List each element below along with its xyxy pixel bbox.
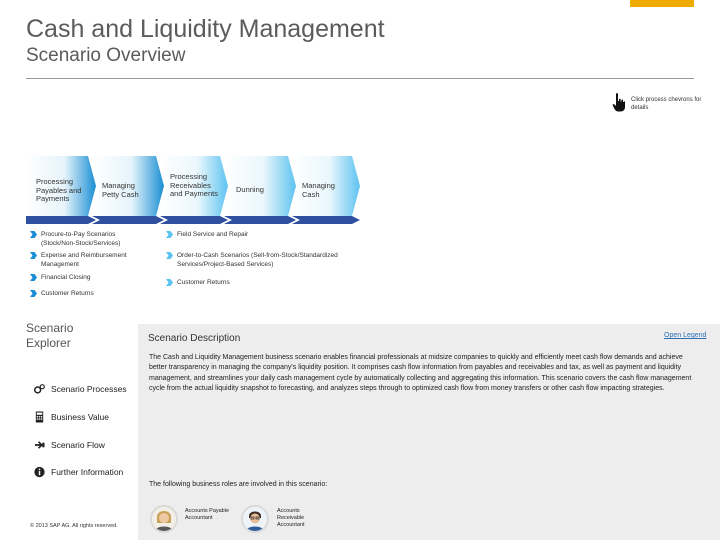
chevron-bullet-icon — [30, 290, 37, 297]
person-avatar-icon — [152, 507, 176, 531]
nav-label: Scenario Processes — [51, 384, 127, 394]
gears-icon — [34, 384, 45, 394]
chevron-label: Managing Petty Cash — [102, 181, 139, 199]
chevron-bullet-icon — [30, 252, 37, 259]
info-icon — [34, 466, 45, 478]
chevron-bullet-icon — [30, 274, 37, 281]
calculator-icon — [35, 411, 44, 423]
role-label: Accounts Receivable Accountant — [277, 508, 305, 528]
nav-label: Scenario Flow — [51, 440, 105, 450]
chevron-label: Dunning — [236, 185, 264, 194]
nav-label: Business Value — [51, 412, 109, 422]
copyright-text: © 2013 SAP AG. All rights reserved. — [30, 523, 118, 529]
open-legend-link[interactable]: Open Legend — [664, 332, 706, 339]
process-item[interactable]: Procure-to-Pay Scenarios (Stock/Non-Stoc… — [30, 230, 151, 248]
process-item[interactable]: Customer Returns — [166, 278, 357, 287]
chevron-bullet-icon — [30, 231, 37, 238]
process-item-label: Procure-to-Pay Scenarios (Stock/Non-Stoc… — [41, 231, 121, 247]
role-label: Accounts Payable Accountant — [185, 508, 230, 521]
process-item[interactable]: Field Service and Repair — [166, 230, 357, 239]
chevron-stripe — [26, 216, 360, 224]
page-subtitle: Scenario Overview — [26, 45, 186, 66]
person-avatar-icon — [243, 507, 267, 531]
process-item[interactable]: Order-to-Cash Scenarios (Sell-from-Stock… — [166, 251, 357, 269]
avatar[interactable] — [241, 505, 269, 533]
process-item-label: Order-to-Cash Scenarios (Sell-from-Stock… — [177, 252, 338, 268]
chevron-bullet-icon — [166, 279, 173, 286]
process-item[interactable]: Customer Returns — [30, 289, 151, 298]
chevron-label: Processing Payables and Payments — [36, 177, 82, 203]
process-chevron-bar: Processing Payables and Payments Managin… — [26, 156, 360, 226]
process-item-label: Customer Returns — [177, 279, 230, 286]
process-item-label: Financial Closing — [41, 274, 91, 281]
explorer-title: Scenario Explorer — [26, 321, 74, 350]
process-item-label: Customer Returns — [41, 290, 94, 297]
accent-bar — [630, 0, 694, 7]
title-divider — [26, 78, 694, 79]
page-title: Cash and Liquidity Management — [26, 15, 385, 43]
flow-icon — [34, 441, 45, 449]
chevron-bullet-icon — [166, 252, 173, 259]
process-item[interactable]: Expense and Reimbursement Management — [30, 251, 151, 269]
chevron-label: Processing Receivables and Payments — [170, 172, 218, 198]
description-text: The Cash and Liquidity Management busine… — [149, 354, 692, 393]
roles-intro: The following business roles are involve… — [149, 481, 328, 488]
nav-scenario-flow[interactable]: Scenario Flow — [34, 439, 105, 451]
nav-scenario-processes[interactable]: Scenario Processes — [34, 383, 127, 395]
chevron-bullet-icon — [166, 231, 173, 238]
nav-business-value[interactable]: Business Value — [34, 411, 109, 423]
process-item-label: Field Service and Repair — [177, 231, 249, 238]
hint-text: Click process chevrons for details — [631, 97, 702, 111]
hand-pointer-icon — [612, 93, 625, 112]
process-item[interactable]: Financial Closing — [30, 273, 151, 282]
description-title: Scenario Description — [148, 333, 241, 344]
process-item-label: Expense and Reimbursement Management — [41, 252, 127, 268]
avatar[interactable] — [150, 505, 178, 533]
nav-further-information[interactable]: Further Information — [34, 466, 123, 478]
chevron-label: Managing Cash — [302, 181, 335, 199]
nav-label: Further Information — [51, 467, 124, 477]
